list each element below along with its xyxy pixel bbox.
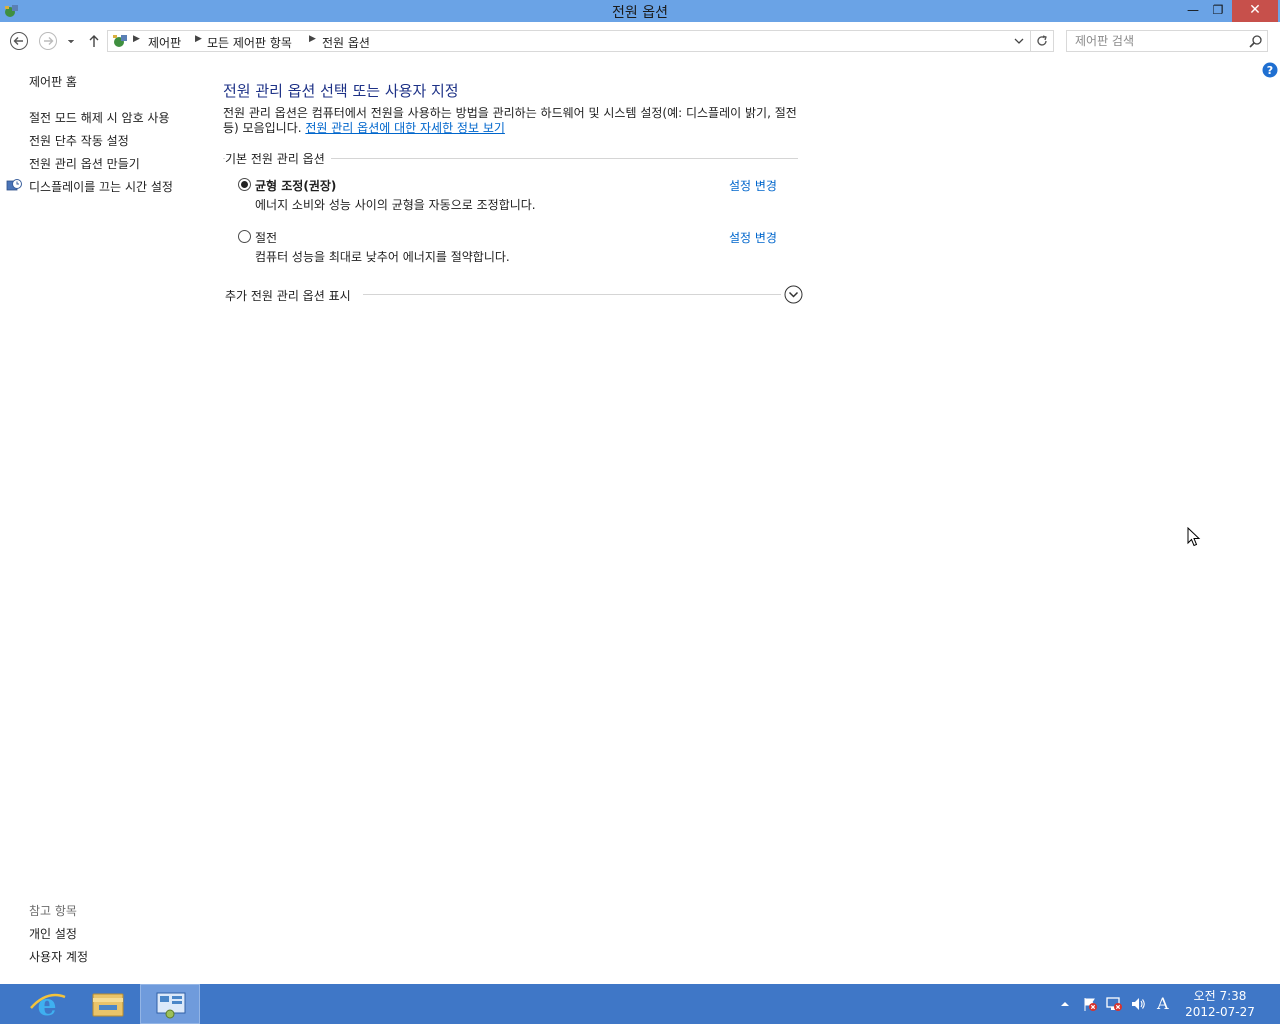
- svg-text:?: ?: [1267, 64, 1273, 77]
- display-off-time-link[interactable]: 디스플레이를 끄는 시간 설정: [29, 178, 173, 195]
- breadcrumb-separator-icon[interactable]: ▶: [309, 34, 316, 44]
- radio-selected-dot: [241, 181, 248, 188]
- taskbar: e A 오전 7:38 2012-07-27: [0, 984, 1280, 1024]
- require-password-link[interactable]: 절전 모드 해제 시 암호 사용: [29, 109, 170, 126]
- plan-name[interactable]: 균형 조정(권장): [255, 177, 336, 194]
- change-plan-settings-link[interactable]: 설정 변경: [729, 177, 777, 194]
- clock-time: 오전 7:38: [1193, 989, 1247, 1003]
- plan-name[interactable]: 절전: [255, 229, 277, 246]
- address-divider: [1030, 31, 1031, 51]
- plan-balanced: 균형 조정(권장) 에너지 소비와 성능 사이의 균형을 자동으로 조정합니다.…: [238, 175, 798, 215]
- maximize-button[interactable]: ❐: [1205, 0, 1231, 22]
- breadcrumb-power-options[interactable]: 전원 옵션: [322, 34, 370, 51]
- user-accounts-link[interactable]: 사용자 계정: [29, 948, 88, 965]
- plan-description: 컴퓨터 성능을 최대로 낮추어 에너지를 절약합니다.: [255, 250, 510, 264]
- page-title: 전원 관리 옵션 선택 또는 사용자 지정: [223, 82, 459, 100]
- preferred-plans-title: 기본 전원 관리 옵션: [225, 150, 331, 167]
- display-clock-icon: [6, 179, 22, 191]
- plan-description: 에너지 소비와 성능 사이의 균형을 자동으로 조정합니다.: [255, 198, 536, 212]
- control-panel-app-icon: [156, 992, 186, 1019]
- internet-explorer-icon[interactable]: e: [17, 984, 77, 1024]
- show-hidden-icons-chevron-icon[interactable]: [1058, 996, 1072, 1012]
- svg-text:e: e: [37, 988, 56, 1023]
- navigation-bar: ▶ 제어판 ▶ 모든 제어판 항목 ▶ 전원 옵션: [0, 22, 1280, 60]
- minimize-button[interactable]: —: [1180, 0, 1206, 22]
- expand-chevron-icon[interactable]: [784, 285, 803, 304]
- address-bar[interactable]: ▶ 제어판 ▶ 모든 제어판 항목 ▶ 전원 옵션: [107, 30, 1054, 52]
- network-status-icon[interactable]: [1106, 996, 1122, 1012]
- main-content: 전원 관리 옵션 선택 또는 사용자 지정 전원 관리 옵션은 컴퓨터에서 전원…: [223, 60, 823, 360]
- search-icon[interactable]: [1248, 34, 1264, 50]
- help-icon[interactable]: ?: [1262, 62, 1278, 78]
- address-dropdown-icon[interactable]: [1013, 35, 1025, 47]
- close-button[interactable]: ✕: [1232, 0, 1278, 22]
- more-plans-divider: [363, 294, 781, 295]
- search-box[interactable]: [1066, 30, 1268, 52]
- breadcrumb-control-panel[interactable]: 제어판: [148, 34, 181, 51]
- mouse-cursor-icon: [1187, 527, 1201, 547]
- title-bar: 전원 옵션 — ❐ ✕: [0, 0, 1280, 22]
- power-button-settings-link[interactable]: 전원 단추 작동 설정: [29, 132, 129, 149]
- create-power-plan-link[interactable]: 전원 관리 옵션 만들기: [29, 155, 140, 172]
- recent-pages-chevron-icon[interactable]: [64, 31, 78, 51]
- plan-power-saver-radio[interactable]: [238, 230, 251, 243]
- personalization-link[interactable]: 개인 설정: [29, 925, 77, 942]
- search-input[interactable]: [1075, 33, 1245, 49]
- more-info-link[interactable]: 전원 관리 옵션에 대한 자세한 정보 보기: [305, 121, 505, 135]
- see-also-title: 참고 항목: [29, 904, 77, 918]
- breadcrumb-separator-icon[interactable]: ▶: [133, 34, 140, 44]
- breadcrumb-all-items[interactable]: 모든 제어판 항목: [207, 34, 292, 51]
- system-clock[interactable]: 오전 7:38 2012-07-27: [1184, 988, 1256, 1020]
- page-description: 전원 관리 옵션은 컴퓨터에서 전원을 사용하는 방법을 관리하는 하드웨어 및…: [223, 106, 803, 136]
- plan-balanced-radio[interactable]: [238, 178, 251, 191]
- refresh-icon[interactable]: [1035, 34, 1049, 48]
- clock-date: 2012-07-27: [1185, 1005, 1255, 1019]
- window-title: 전원 옵션: [612, 5, 668, 21]
- plan-power-saver: 절전 컴퓨터 성능을 최대로 낮추어 에너지를 절약합니다. 설정 변경: [238, 227, 798, 267]
- forward-icon[interactable]: [38, 31, 58, 51]
- up-arrow-icon[interactable]: [86, 31, 102, 51]
- volume-speaker-icon[interactable]: [1130, 996, 1146, 1012]
- control-panel-home-link[interactable]: 제어판 홈: [29, 73, 77, 90]
- change-plan-settings-link[interactable]: 설정 변경: [729, 229, 777, 246]
- input-method-indicator[interactable]: A: [1157, 994, 1169, 1013]
- breadcrumb-separator-icon[interactable]: ▶: [195, 34, 202, 44]
- action-center-flag-icon[interactable]: [1082, 996, 1098, 1012]
- control-panel-taskbar-button[interactable]: [140, 984, 200, 1024]
- file-explorer-icon[interactable]: [78, 984, 138, 1024]
- control-panel-icon: [113, 35, 127, 47]
- left-navigation-pane: 제어판 홈 절전 모드 해제 시 암호 사용 전원 단추 작동 설정 전원 관리…: [0, 60, 210, 980]
- back-icon[interactable]: [9, 31, 29, 51]
- show-additional-plans-label[interactable]: 추가 전원 관리 옵션 표시: [225, 287, 357, 304]
